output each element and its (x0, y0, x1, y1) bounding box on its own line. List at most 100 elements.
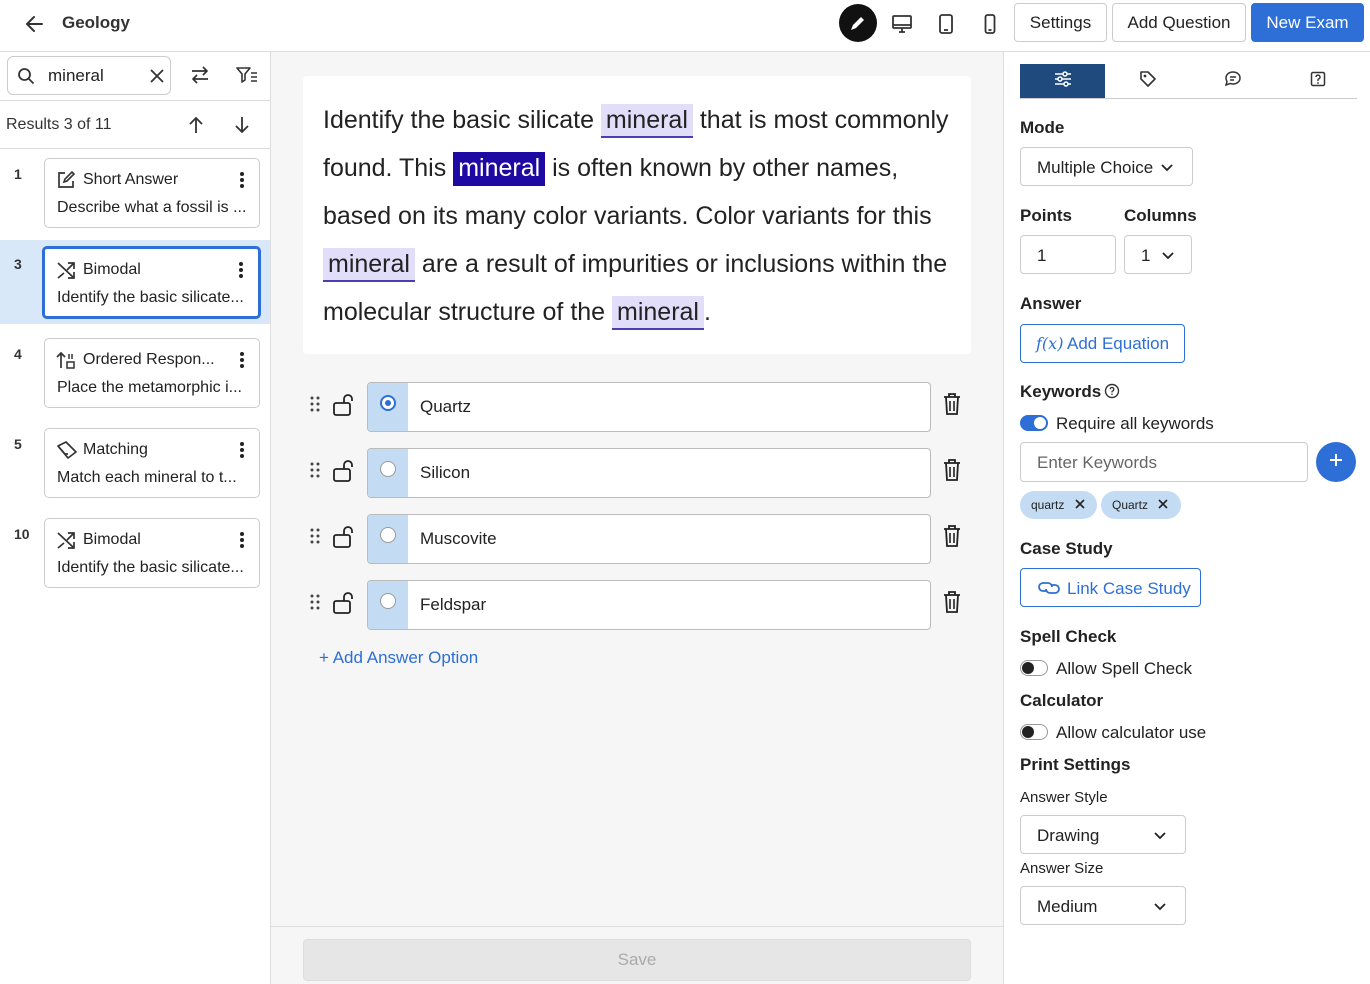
new-exam-button[interactable]: New Exam (1251, 3, 1364, 42)
question-sidebar: mineral Results 3 of 11 1 Short Answer D… (0, 52, 271, 984)
question-text[interactable]: Identify the basic silicate mineral that… (323, 96, 963, 336)
toggle-knob (1022, 662, 1034, 674)
question-card[interactable]: Matching Match each mineral to t... (44, 428, 260, 498)
add-answer-option-button[interactable]: + Add Answer Option (319, 648, 478, 668)
question-list-item[interactable]: 5 Matching Match each mineral to t... (0, 420, 270, 504)
phone-icon[interactable] (971, 5, 1009, 43)
answer-option-row: Muscovite (303, 514, 971, 564)
unlock-icon[interactable] (331, 524, 355, 550)
answer-radio[interactable] (380, 461, 396, 477)
radio-cell (368, 449, 408, 497)
more-vertical-icon[interactable] (236, 260, 246, 280)
save-button[interactable]: Save (303, 939, 971, 981)
question-card[interactable]: Bimodal Identify the basic silicate... (42, 246, 261, 319)
answer-option[interactable]: Quartz (367, 382, 931, 432)
answer-option-row: Quartz (303, 382, 971, 432)
require-all-toggle[interactable] (1020, 415, 1048, 431)
more-vertical-icon[interactable] (237, 530, 247, 550)
tablet-icon[interactable] (927, 5, 965, 43)
pencil-icon[interactable] (839, 4, 877, 42)
help-circle-icon[interactable] (1104, 383, 1120, 399)
trash-icon[interactable] (941, 524, 963, 548)
add-equation-button[interactable]: f(x) Add Equation (1020, 324, 1185, 363)
radio-cell (368, 581, 408, 629)
spell-check-toggle[interactable] (1020, 660, 1048, 676)
question-text-box[interactable]: Identify the basic silicate mineral that… (303, 76, 971, 354)
more-vertical-icon[interactable] (237, 440, 247, 460)
function-icon: f(x) (1036, 334, 1064, 353)
answer-radio[interactable] (380, 593, 396, 609)
link-case-study-button[interactable]: Link Case Study (1020, 568, 1201, 607)
settings-button[interactable]: Settings (1014, 3, 1107, 42)
question-number: 3 (14, 256, 22, 272)
unlock-icon[interactable] (331, 392, 355, 418)
back-arrow-icon[interactable] (22, 11, 48, 37)
answer-option[interactable]: Muscovite (367, 514, 931, 564)
drag-handle-icon[interactable] (309, 460, 321, 480)
answer-style-select[interactable]: Drawing (1020, 815, 1186, 854)
drag-handle-icon[interactable] (309, 526, 321, 546)
trash-icon[interactable] (941, 458, 963, 482)
ordered-icon (56, 350, 76, 370)
question-list-item-selected[interactable]: 3 Bimodal Identify the basic silicate... (0, 240, 270, 324)
close-icon[interactable] (1074, 498, 1086, 510)
columns-label: Columns (1124, 206, 1197, 225)
question-card[interactable]: Bimodal Identify the basic silicate... (44, 518, 260, 588)
filter-icon[interactable] (234, 64, 260, 86)
print-settings-label: Print Settings (1020, 755, 1131, 774)
trash-icon[interactable] (941, 392, 963, 416)
add-question-button[interactable]: Add Question (1112, 3, 1246, 42)
swap-icon[interactable] (187, 64, 213, 86)
question-list-item[interactable]: 4 Ordered Respon... Place the metamorphi… (0, 330, 270, 414)
question-card[interactable]: Ordered Respon... Place the metamorphic … (44, 338, 260, 408)
calculator-toggle[interactable] (1020, 724, 1048, 740)
more-vertical-icon[interactable] (237, 350, 247, 370)
arrow-up-icon[interactable] (184, 114, 208, 136)
drag-handle-icon[interactable] (309, 394, 321, 414)
answer-size-select[interactable]: Medium (1020, 886, 1186, 925)
question-list-item[interactable]: 1 Short Answer Describe what a fossil is… (0, 150, 270, 234)
unlock-icon[interactable] (331, 458, 355, 484)
question-preview: Describe what a fossil is ... (57, 199, 247, 216)
trash-icon[interactable] (941, 590, 963, 614)
mode-select[interactable]: Multiple Choice (1020, 147, 1193, 186)
keywords-input[interactable]: Enter Keywords (1020, 442, 1308, 482)
tab-help[interactable] (1275, 64, 1360, 98)
search-input[interactable]: mineral (7, 56, 171, 95)
calculator-label: Calculator (1020, 691, 1104, 710)
clear-search-icon[interactable] (148, 67, 166, 85)
answer-radio[interactable] (380, 395, 396, 411)
close-icon[interactable] (1157, 498, 1169, 510)
columns-select[interactable]: 1 (1124, 235, 1192, 274)
answer-option[interactable]: Feldspar (367, 580, 931, 630)
add-keyword-button[interactable] (1316, 442, 1356, 482)
more-vertical-icon[interactable] (237, 170, 247, 190)
search-match-highlight: mineral (612, 296, 704, 330)
desktop-icon[interactable] (883, 5, 921, 43)
drag-handle-icon[interactable] (309, 592, 321, 612)
answer-style-label: Answer Style (1020, 789, 1108, 806)
answer-label: Quartz (420, 397, 472, 416)
add-equation-label: Add Equation (1067, 334, 1170, 353)
unlock-icon[interactable] (331, 590, 355, 616)
question-card[interactable]: Short Answer Describe what a fossil is .… (44, 158, 260, 228)
chevron-down-icon (1153, 828, 1167, 842)
matching-icon (56, 440, 77, 460)
tab-comments[interactable] (1190, 64, 1275, 98)
tab-settings[interactable] (1020, 64, 1105, 98)
results-count: Results 3 of 11 (6, 116, 112, 133)
keyword-chip: quartz (1020, 491, 1097, 519)
keywords-label: Keywords (1020, 382, 1102, 401)
edit-icon (56, 170, 76, 190)
toggle-knob (1022, 726, 1034, 738)
question-number: 1 (14, 166, 22, 182)
question-list-item[interactable]: 10 Bimodal Identify the basic silicate..… (0, 510, 270, 594)
search-match-highlight: mineral (600, 104, 693, 138)
answer-size-value: Medium (1037, 897, 1098, 916)
answer-radio[interactable] (380, 527, 396, 543)
answer-option[interactable]: Silicon (367, 448, 931, 498)
tab-tags[interactable] (1105, 64, 1190, 98)
settings-panel: Mode Multiple Choice Points Columns 1 1 … (1003, 52, 1370, 984)
arrow-down-icon[interactable] (230, 114, 254, 136)
points-input[interactable]: 1 (1020, 235, 1116, 274)
